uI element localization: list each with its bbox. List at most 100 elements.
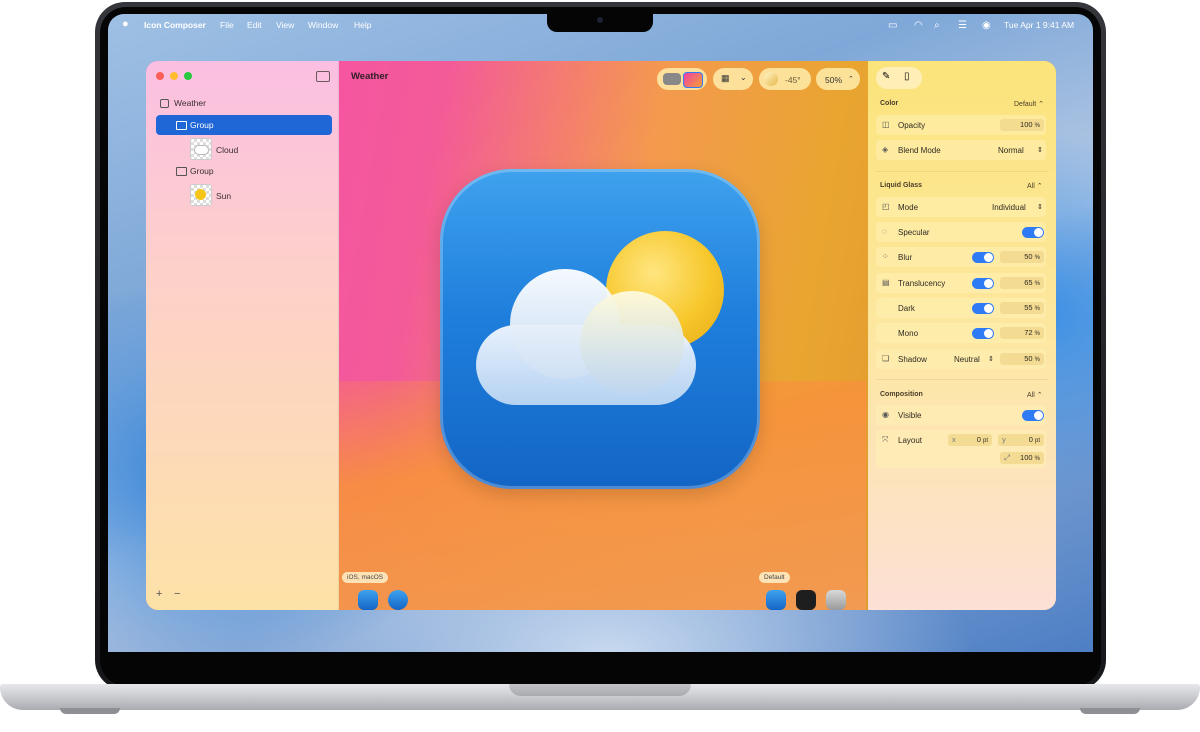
- cloud-icon: [194, 145, 209, 155]
- mode-label: Mode: [898, 203, 919, 212]
- visible-row: ◉ Visible: [876, 405, 1046, 425]
- light-angle-control[interactable]: -45°: [759, 68, 811, 90]
- siri-icon[interactable]: ◉: [982, 20, 991, 31]
- add-layer-button[interactable]: +: [156, 588, 162, 600]
- translucency-unit: %: [1034, 281, 1040, 287]
- shadow-mode-select[interactable]: Neutral: [954, 355, 980, 364]
- translucency-toggle[interactable]: [972, 278, 994, 289]
- opacity-field[interactable]: 100 %: [1000, 119, 1044, 131]
- folder-icon: [176, 121, 187, 130]
- camera-icon: [597, 17, 603, 23]
- composition-section-menu[interactable]: All ⌃: [1027, 391, 1043, 399]
- translucency-label: Translucency: [898, 279, 946, 288]
- platform-label[interactable]: iOS, macOS: [342, 572, 389, 583]
- blur-toggle[interactable]: [972, 252, 994, 263]
- paintbrush-icon[interactable]: ✎: [882, 71, 890, 82]
- y-value: 0: [1028, 435, 1033, 444]
- remove-layer-button[interactable]: −: [174, 588, 180, 600]
- menu-help[interactable]: Help: [354, 20, 371, 30]
- menu-window[interactable]: Window: [308, 20, 338, 30]
- apple-menu-icon[interactable]: ●: [122, 18, 129, 30]
- visible-toggle[interactable]: [1022, 410, 1044, 421]
- minimize-window-button[interactable]: [170, 72, 178, 80]
- dark-row: Dark 55 %: [876, 298, 1046, 318]
- wifi-icon[interactable]: ◠: [914, 20, 923, 31]
- translucency-value: 65: [1024, 278, 1033, 287]
- appearance-mono-swatch[interactable]: [663, 73, 681, 85]
- sidebar-toggle-icon[interactable]: [316, 71, 330, 82]
- mono-unit: %: [1034, 331, 1040, 337]
- sidebar-item-weather[interactable]: Weather: [156, 93, 326, 113]
- dark-field[interactable]: 55 %: [1000, 302, 1044, 314]
- appearance-switcher[interactable]: [657, 68, 707, 90]
- resize-icon: ⤧: [882, 435, 889, 444]
- sidebar-item-sun[interactable]: Sun: [156, 183, 326, 207]
- sidebar-item-cloud[interactable]: Cloud: [156, 137, 326, 161]
- shadow-label: Shadow: [898, 355, 927, 364]
- mono-row: Mono 72 %: [876, 323, 1046, 343]
- glass-section-menu[interactable]: All ⌃: [1027, 182, 1043, 190]
- menu-file[interactable]: File: [220, 20, 234, 30]
- composition-section-title: Composition: [880, 391, 923, 398]
- layout-x-field[interactable]: x 0 pt: [948, 434, 992, 446]
- mono-toggle[interactable]: [972, 328, 994, 339]
- inspector-tabs: ✎ ▯: [876, 67, 922, 89]
- menu-app-name[interactable]: Icon Composer: [144, 20, 206, 30]
- sidebar-item-label: Weather: [174, 98, 206, 108]
- menu-edit[interactable]: Edit: [247, 20, 262, 30]
- translucency-field[interactable]: 65 %: [1000, 277, 1044, 289]
- preview-mono-icon[interactable]: [826, 590, 846, 610]
- dark-toggle[interactable]: [972, 303, 994, 314]
- x-unit: pt: [982, 438, 988, 444]
- menu-clock[interactable]: Tue Apr 1 9:41 AM: [1004, 20, 1074, 30]
- blend-mode-select[interactable]: Normal: [998, 146, 1024, 155]
- layout-row: ⤧ Layout x 0 pt y 0 pt ⤢ 100 %: [876, 430, 1046, 468]
- document-icon[interactable]: ▯: [904, 71, 910, 82]
- shadow-field[interactable]: 50 %: [1000, 353, 1044, 365]
- preview-ios-icon[interactable]: [358, 590, 378, 610]
- preview-default-icon[interactable]: [766, 590, 786, 610]
- background-picker[interactable]: ▦ ⌄: [713, 68, 753, 90]
- inspector-panel: ✎ ▯ Color Default ⌃ ◫ Opacity 100 % ◈ Bl…: [868, 61, 1056, 610]
- stepper-chevron-icon: ⇕: [1037, 204, 1043, 211]
- scale-value-group: 100 %: [1020, 452, 1040, 465]
- control-center-icon[interactable]: ☰: [958, 20, 967, 31]
- blur-icon: ⁘: [882, 252, 889, 261]
- blend-mode-row: ◈ Blend Mode Normal ⇕: [876, 140, 1046, 160]
- sidebar-item-label: Group: [190, 120, 214, 130]
- appearance-color-swatch[interactable]: [683, 72, 703, 88]
- mode-select[interactable]: Individual: [992, 203, 1026, 212]
- zoom-control[interactable]: 50% ⌃: [816, 68, 860, 90]
- search-icon[interactable]: ⌕: [934, 20, 940, 31]
- menu-view[interactable]: View: [276, 20, 294, 30]
- zoom-chevron-icon: ⌃: [848, 76, 854, 83]
- zoom-window-button[interactable]: [184, 72, 192, 80]
- blur-field[interactable]: 50 %: [1000, 251, 1044, 263]
- app-icon-preview[interactable]: [440, 169, 760, 489]
- close-window-button[interactable]: [156, 72, 164, 80]
- color-section-menu[interactable]: Default ⌃: [1014, 100, 1044, 108]
- y-unit: pt: [1034, 438, 1040, 444]
- sidebar-item-group-selected[interactable]: Group: [156, 115, 332, 135]
- battery-icon[interactable]: ▭: [888, 20, 897, 31]
- sidebar-item-label: Sun: [216, 191, 232, 201]
- sidebar-item-group[interactable]: Group: [156, 161, 326, 181]
- shadow-icon: ❏: [882, 354, 890, 363]
- preview-dark-icon[interactable]: [796, 590, 816, 610]
- layers-icon: ◈: [882, 145, 889, 154]
- specular-toggle[interactable]: [1022, 227, 1044, 238]
- specular-icon: ◌: [882, 227, 887, 236]
- specular-row: ◌ Specular: [876, 222, 1046, 242]
- layout-scale-field[interactable]: ⤢ 100 %: [1000, 452, 1044, 464]
- scale-icon: ⤢: [1004, 453, 1010, 462]
- y-value-group: 0 pt: [1029, 434, 1040, 447]
- dark-label: Dark: [898, 304, 915, 313]
- layout-y-field[interactable]: y 0 pt: [998, 434, 1044, 446]
- layer-thumbnail-cloud: [190, 138, 212, 160]
- preview-macos-icon[interactable]: [388, 590, 408, 610]
- opacity-unit: %: [1034, 123, 1040, 129]
- divider: [876, 379, 1048, 380]
- appearance-label[interactable]: Default: [759, 572, 790, 583]
- mono-field[interactable]: 72 %: [1000, 327, 1044, 339]
- cloud-layer[interactable]: [476, 259, 702, 415]
